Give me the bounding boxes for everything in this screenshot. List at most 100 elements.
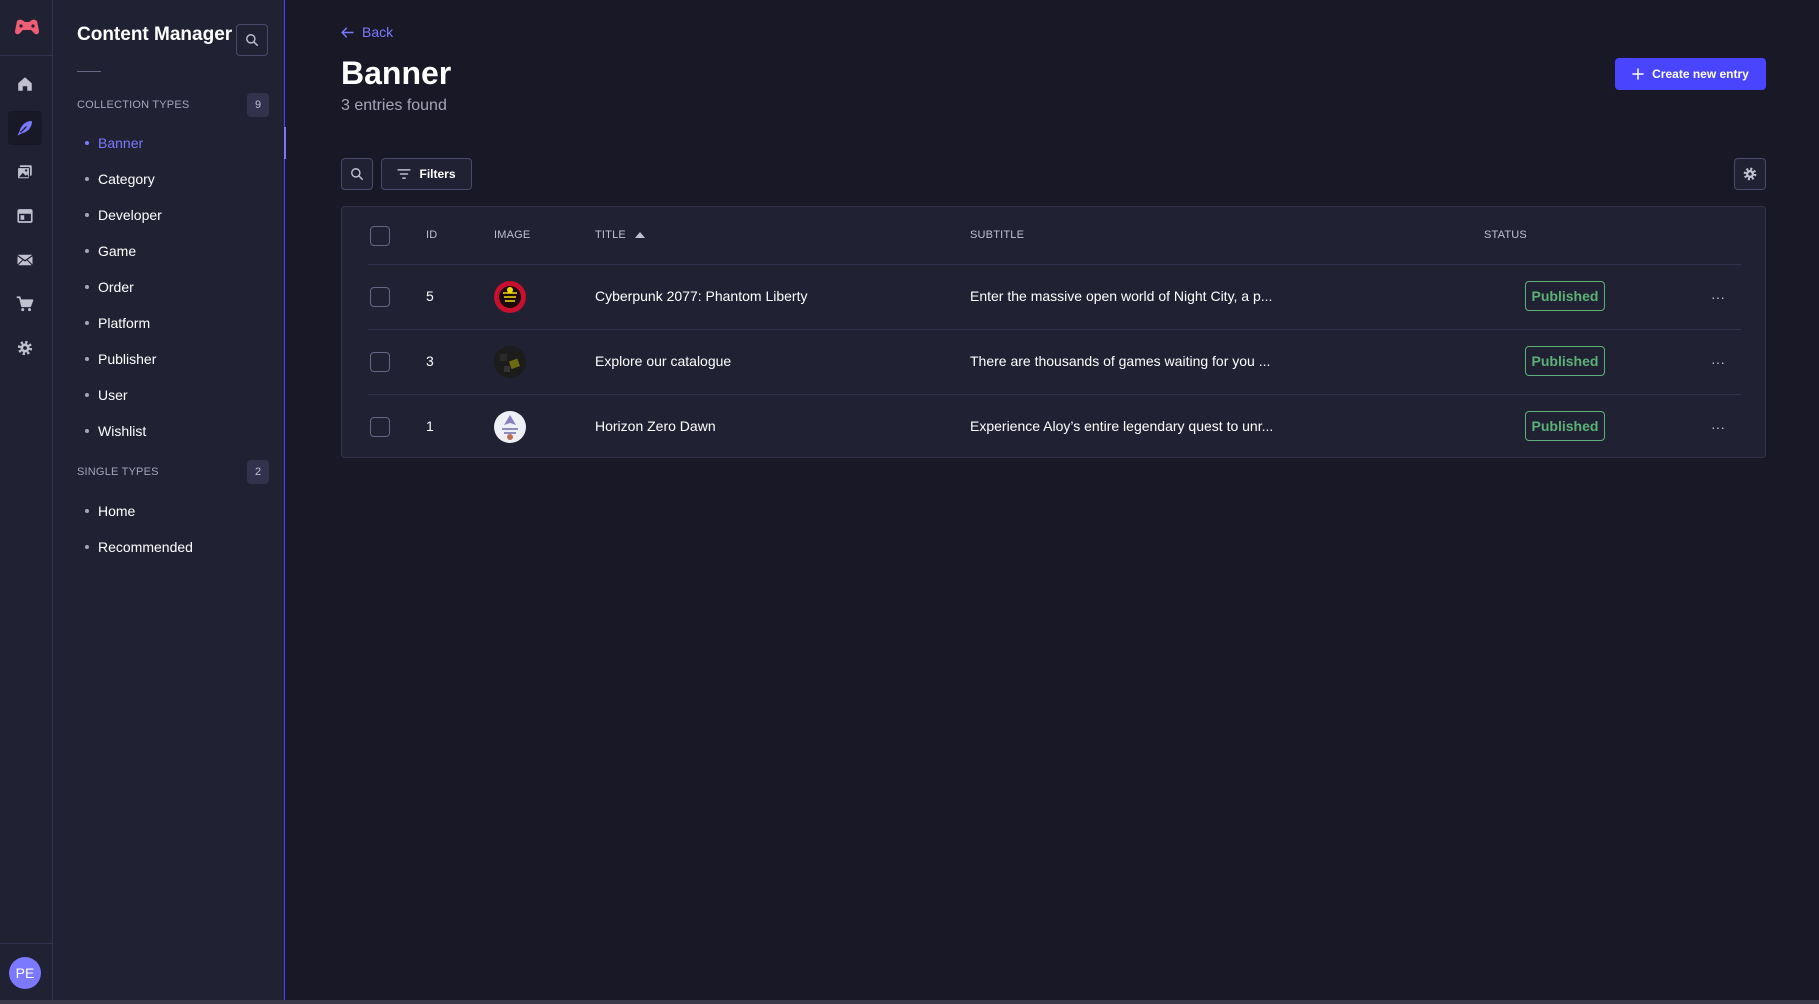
bullet — [85, 509, 89, 513]
row-checkbox[interactable] — [370, 352, 390, 372]
filter-icon — [397, 169, 412, 179]
divider — [77, 71, 101, 72]
status-badge: Published — [1525, 411, 1605, 441]
create-new-entry-button[interactable]: Create new entry — [1615, 58, 1766, 90]
row-more-actions-button[interactable]: ··· — [1706, 350, 1730, 374]
single-types-count: 2 — [247, 460, 269, 484]
subnav-item-wishlist[interactable]: Wishlist — [53, 415, 285, 447]
row-subtitle: Enter the massive open world of Night Ci… — [970, 288, 1273, 304]
entries-count: 3 entries found — [341, 97, 447, 114]
column-header-title[interactable]: TITLE — [595, 229, 646, 241]
row-checkbox[interactable] — [370, 417, 390, 437]
page-title: Banner — [341, 55, 452, 91]
row-title: Explore our catalogue — [595, 353, 732, 369]
column-header-subtitle[interactable]: SUBTITLE — [970, 229, 1024, 241]
banner-thumbnail — [494, 411, 526, 443]
row-subtitle: There are thousands of games waiting for… — [970, 353, 1271, 369]
subnav-item-label: Platform — [98, 315, 151, 331]
content-manager-icon[interactable] — [8, 111, 42, 145]
subnav-item-platform[interactable]: Platform — [53, 307, 285, 339]
row-title: Horizon Zero Dawn — [595, 418, 716, 434]
logo-icon[interactable] — [0, 0, 53, 56]
search-icon — [351, 168, 364, 181]
cart-icon[interactable] — [8, 287, 42, 321]
bullet — [85, 357, 89, 361]
bullet — [85, 177, 89, 181]
gear-icon — [1743, 167, 1757, 181]
table-row[interactable]: 3 Explore our catalogue There are thousa… — [368, 329, 1741, 394]
filters-label: Filters — [419, 167, 456, 181]
email-icon[interactable] — [8, 243, 42, 277]
main-content: Back Banner 3 entries found Create new e… — [286, 0, 1819, 1000]
subnav-item-label: Home — [98, 503, 136, 519]
column-header-status[interactable]: STATUS — [1484, 229, 1527, 241]
row-subtitle: Experience Aloy’s entire legendary quest… — [970, 418, 1274, 434]
subnav-item-label: Publisher — [98, 351, 157, 367]
subnav-item-label: Banner — [98, 135, 144, 151]
subnav-item-game[interactable]: Game — [53, 235, 285, 267]
plus-icon — [1632, 68, 1644, 80]
banner-thumbnail — [494, 346, 526, 378]
bullet — [85, 141, 89, 145]
subnav-search-button[interactable] — [236, 24, 268, 56]
search-icon — [246, 34, 259, 47]
row-id: 3 — [426, 353, 434, 369]
subnav-item-order[interactable]: Order — [53, 271, 285, 303]
subnav-item-banner[interactable]: Banner — [53, 127, 286, 159]
bullet — [85, 321, 89, 325]
subnav-item-label: Developer — [98, 207, 162, 223]
column-header-id[interactable]: ID — [426, 229, 437, 241]
entries-table: ID IMAGE TITLE SUBTITLE STATUS 5 Cyberpu… — [341, 206, 1766, 458]
subnav-item-label: Game — [98, 243, 137, 259]
media-library-icon[interactable] — [8, 155, 42, 189]
subnav-item-label: Wishlist — [98, 423, 147, 439]
back-link[interactable]: Back — [341, 24, 393, 40]
search-button[interactable] — [341, 158, 373, 190]
view-settings-button[interactable] — [1734, 158, 1766, 190]
subnav-item-user[interactable]: User — [53, 379, 285, 411]
subnav-item-label: Recommended — [98, 539, 193, 555]
collection-types-header[interactable]: COLLECTION TYPES 9 — [77, 93, 269, 117]
bullet — [85, 429, 89, 433]
content-manager-subnav: Content Manager COLLECTION TYPES 9 Banne… — [53, 0, 286, 1000]
back-label: Back — [362, 24, 394, 40]
table-row[interactable]: 5 Cyberpunk 2077: Phantom Liberty Enter … — [368, 264, 1741, 329]
banner-thumbnail — [494, 281, 526, 313]
subnav-item-category[interactable]: Category — [53, 163, 285, 195]
single-types-label: SINGLE TYPES — [77, 466, 159, 478]
subnav-item-recommended[interactable]: Recommended — [53, 531, 285, 563]
subnav-item-label: Order — [98, 279, 134, 295]
subnav-item-label: User — [98, 387, 128, 403]
window-bottom-edge — [0, 1000, 1819, 1004]
layout-icon[interactable] — [8, 199, 42, 233]
sort-ascending-icon[interactable] — [634, 231, 646, 239]
main-nav-rail: PE — [0, 0, 53, 1000]
subnav-item-publisher[interactable]: Publisher — [53, 343, 285, 375]
status-badge: Published — [1525, 281, 1605, 311]
row-more-actions-button[interactable]: ··· — [1706, 285, 1730, 309]
select-all-checkbox[interactable] — [370, 226, 390, 246]
row-id: 1 — [426, 418, 434, 434]
home-icon[interactable] — [8, 67, 42, 101]
user-avatar[interactable]: PE — [9, 957, 41, 989]
subnav-item-label: Category — [98, 171, 155, 187]
status-badge: Published — [1525, 346, 1605, 376]
app: PE Content Manager COLLECTION TYPES 9 Ba… — [0, 0, 1819, 1004]
column-header-image: IMAGE — [494, 229, 531, 241]
create-button-label: Create new entry — [1652, 67, 1749, 81]
filters-button[interactable]: Filters — [381, 158, 472, 190]
arrow-left-icon — [341, 26, 354, 38]
bullet — [85, 285, 89, 289]
collection-types-count: 9 — [247, 93, 269, 117]
subnav-item-home[interactable]: Home — [53, 495, 285, 527]
table-row[interactable]: 1 Horizon Zero Dawn Experience Aloy’s en… — [368, 394, 1741, 459]
subnav-title: Content Manager — [77, 24, 233, 45]
row-checkbox[interactable] — [370, 287, 390, 307]
bullet — [85, 249, 89, 253]
settings-icon[interactable] — [8, 331, 42, 365]
single-types-header[interactable]: SINGLE TYPES 2 — [77, 460, 269, 484]
row-more-actions-button[interactable]: ··· — [1706, 415, 1730, 439]
bullet — [85, 213, 89, 217]
bullet — [85, 393, 89, 397]
subnav-item-developer[interactable]: Developer — [53, 199, 285, 231]
